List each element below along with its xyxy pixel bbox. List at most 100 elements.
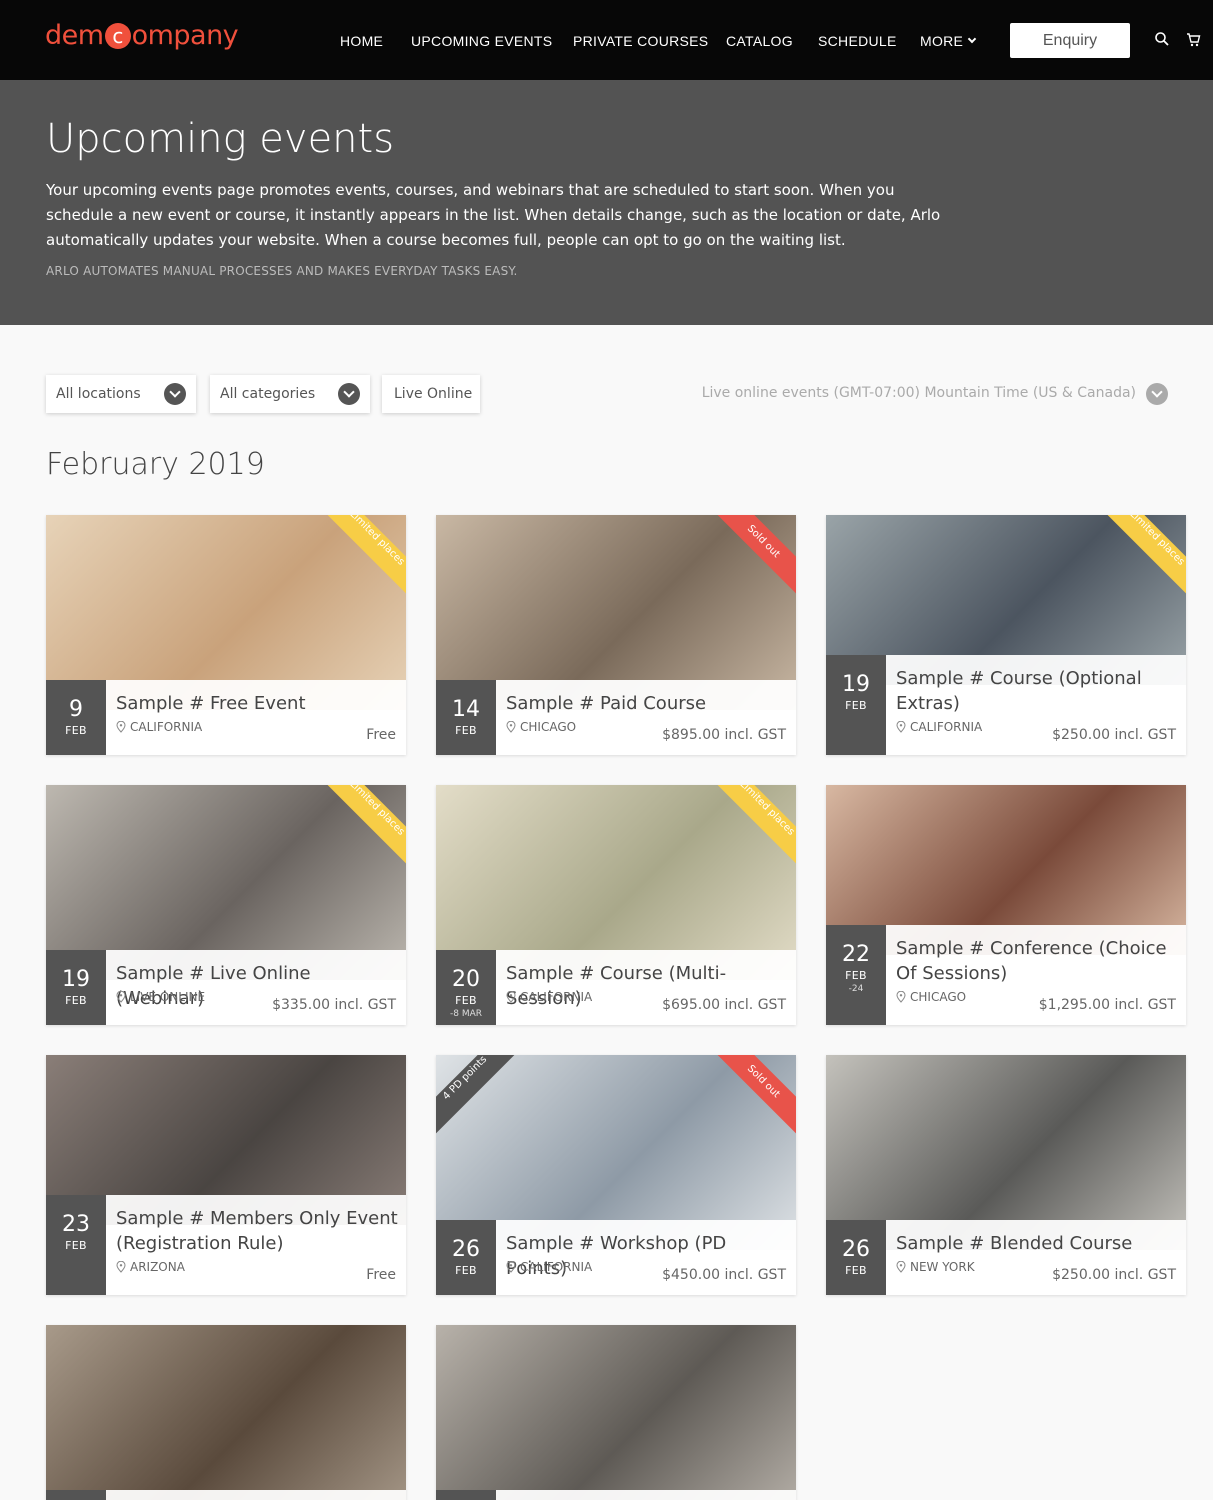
nav-upcoming-events[interactable]: UPCOMING EVENTS [411, 33, 552, 49]
event-month: FEB [65, 994, 87, 1007]
timezone-selector-label[interactable]: Live online events (GMT-07:00) Mountain … [702, 385, 1136, 401]
event-month: FEB [65, 1239, 87, 1252]
event-location: CALIFORNIA [506, 990, 592, 1004]
live-online-filter[interactable]: Live Online [382, 375, 480, 413]
event-month: FEB [455, 724, 477, 737]
event-card[interactable]: Limited places 19 FEB Sample # Live Onli… [46, 785, 406, 1025]
event-image [46, 1325, 406, 1500]
hero-description: Your upcoming events page promotes event… [46, 181, 941, 249]
event-title[interactable]: Sample # Conference (Choice Of Sessions) [896, 936, 1181, 986]
event-card[interactable]: Sample # Course (Application [436, 1325, 796, 1500]
event-location-label: CALIFORNIA [520, 1260, 593, 1274]
event-location-label: CHICAGO [520, 720, 577, 734]
category-filter[interactable]: All categories [210, 375, 370, 413]
event-price: Free [366, 727, 396, 743]
location-pin-icon [896, 1261, 906, 1273]
event-day: 9 [69, 697, 83, 722]
event-location-label: NEW YORK [910, 1260, 975, 1274]
event-card[interactable]: Limited places 19 FEB Sample # Course (O… [826, 515, 1186, 755]
month-heading: February 2019 [46, 447, 265, 482]
event-location-label: LIVE ONLINE [130, 990, 206, 1004]
event-title[interactable]: Sample # Course (Optional Extras) [896, 666, 1181, 716]
nav-home[interactable]: HOME [340, 33, 383, 49]
event-month: FEB [845, 1264, 867, 1277]
hero-banner: Upcoming events Your upcoming events pag… [0, 80, 1213, 325]
location-pin-icon [116, 1261, 126, 1273]
event-day: 19 [842, 672, 870, 697]
event-date: 9 FEB [46, 680, 106, 755]
event-card[interactable]: Sold out 14 FEB Sample # Paid Course CHI… [436, 515, 796, 755]
event-location-label: CHICAGO [910, 990, 967, 1004]
chevron-down-icon[interactable] [1146, 383, 1168, 405]
event-title[interactable]: Sample # Blended Course [896, 1231, 1181, 1256]
event-image [436, 1325, 796, 1500]
event-info: Sample # Course (Optional Extras) CALIFO… [886, 655, 1186, 755]
event-location: CHICAGO [506, 720, 576, 734]
event-price: $1,295.00 incl. GST [1038, 997, 1176, 1013]
event-info: Sample # Workshop (PD Points) CALIFORNIA… [496, 1220, 796, 1295]
event-day: 26 [452, 1237, 480, 1262]
nav-more-label: MORE [920, 33, 964, 49]
event-day: 14 [452, 697, 480, 722]
nav-more[interactable]: MORE [920, 33, 977, 49]
event-location: LIVE ONLINE [116, 990, 205, 1004]
chevron-down-icon [164, 383, 186, 405]
event-day: 19 [62, 967, 90, 992]
location-pin-icon [116, 721, 126, 733]
nav-catalog[interactable]: CATALOG [726, 33, 793, 49]
event-card[interactable]: 22 FEB -24 Sample # Conference (Choice O… [826, 785, 1186, 1025]
event-date: 19 FEB [826, 655, 886, 755]
cart-icon[interactable] [1186, 32, 1201, 47]
event-day: 22 [842, 942, 870, 967]
event-title[interactable]: Sample # Members Only Event (Registratio… [116, 1206, 401, 1256]
event-location: CALIFORNIA [116, 720, 202, 734]
event-date-range: -24 [848, 984, 864, 994]
company-logo[interactable]: dem c ompany [45, 20, 239, 51]
event-card[interactable]: Limited places 9 FEB Sample # Free Event… [46, 515, 406, 755]
event-card[interactable]: Sold out 4 PD points 26 FEB Sample # Work… [436, 1055, 796, 1295]
event-location: ARIZONA [116, 1260, 185, 1274]
nav-schedule[interactable]: SCHEDULE [818, 33, 897, 49]
event-location: NEW YORK [896, 1260, 975, 1274]
event-card[interactable]: Limited places 20 FEB -8 MAR Sample # Co… [436, 785, 796, 1025]
event-card[interactable] [46, 1325, 406, 1500]
enquiry-button[interactable]: Enquiry [1010, 23, 1130, 58]
search-icon[interactable] [1155, 32, 1169, 46]
event-date: 26 FEB [826, 1220, 886, 1295]
event-month: FEB [845, 699, 867, 712]
event-price: Free [366, 1267, 396, 1283]
nav-private-courses[interactable]: PRIVATE COURSES [573, 33, 708, 49]
event-price: $250.00 incl. GST [1052, 1267, 1176, 1283]
event-price: $895.00 incl. GST [662, 727, 786, 743]
event-date [436, 1490, 496, 1500]
event-card[interactable]: 26 FEB Sample # Blended Course NEW YORK … [826, 1055, 1186, 1295]
event-date [46, 1490, 106, 1500]
location-filter-label: All locations [56, 386, 141, 402]
location-pin-icon [896, 721, 906, 733]
event-day: 23 [62, 1212, 90, 1237]
event-title[interactable]: Sample # Paid Course [506, 691, 791, 716]
event-price: $695.00 incl. GST [662, 997, 786, 1013]
location-pin-icon [896, 991, 906, 1003]
event-day: 20 [452, 967, 480, 992]
category-filter-label: All categories [220, 386, 316, 402]
event-location-label: CALIFORNIA [520, 990, 593, 1004]
event-location-label: CALIFORNIA [910, 720, 983, 734]
event-title[interactable]: Sample # Free Event [116, 691, 401, 716]
location-pin-icon [116, 991, 126, 1003]
event-location: CALIFORNIA [896, 720, 982, 734]
event-date-range: -8 MAR [449, 1009, 482, 1019]
event-location-label: ARIZONA [130, 1260, 185, 1274]
event-month: FEB [65, 724, 87, 737]
location-pin-icon [506, 1261, 516, 1273]
event-date: 20 FEB -8 MAR [436, 950, 496, 1025]
location-pin-icon [506, 721, 516, 733]
event-info [106, 1490, 406, 1500]
event-card[interactable]: 23 FEB Sample # Members Only Event (Regi… [46, 1055, 406, 1295]
event-location-label: CALIFORNIA [130, 720, 203, 734]
event-date: 19 FEB [46, 950, 106, 1025]
event-info: Sample # Free Event CALIFORNIA Free [106, 680, 406, 755]
page-title: Upcoming events [46, 116, 395, 162]
location-filter[interactable]: All locations [46, 375, 196, 413]
event-price: $250.00 incl. GST [1052, 727, 1176, 743]
